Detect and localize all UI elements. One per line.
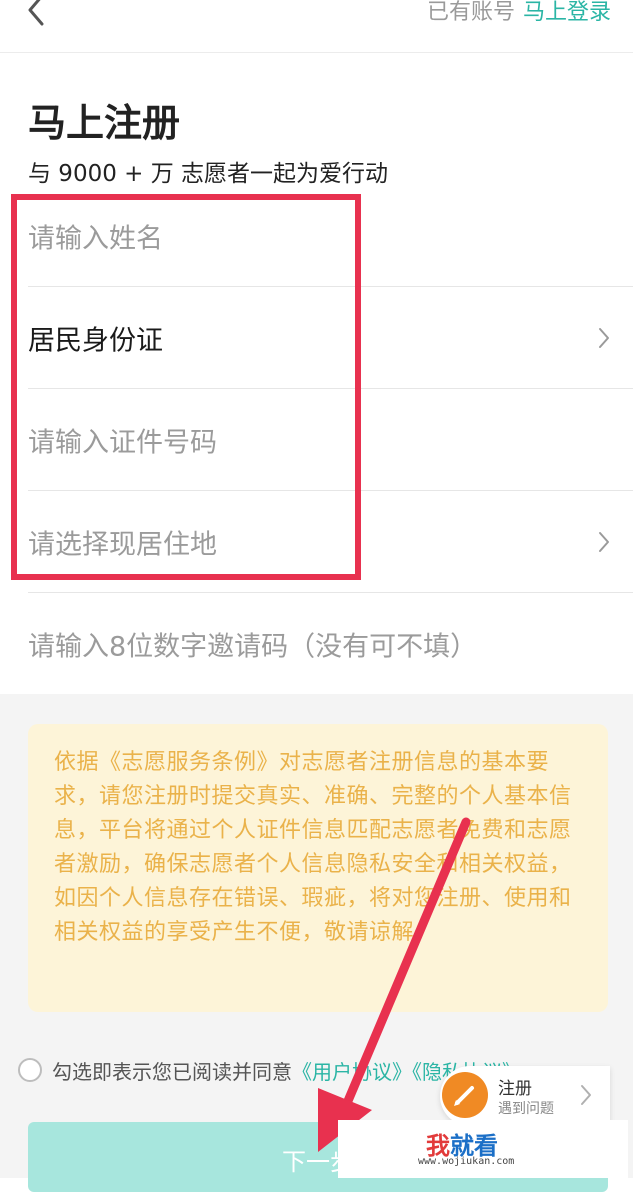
watermark: 我就看 www.wojiukan.com xyxy=(338,1120,628,1178)
invite-code-field[interactable]: 请输入8位数字邀请码（没有可不填） xyxy=(28,593,633,695)
help-subtitle: 遇到问题 xyxy=(498,1101,554,1117)
user-agreement-link[interactable]: 《用户协议》 xyxy=(292,1060,412,1084)
invite-code-placeholder: 请输入8位数字邀请码（没有可不填） xyxy=(28,631,478,663)
agreement-prefix: 勾选即表示您已阅读并同意 xyxy=(52,1060,292,1084)
login-link[interactable]: 马上登录 xyxy=(523,0,611,25)
chevron-right-icon xyxy=(599,328,609,348)
page-subtitle: 与 9000 + 万 志愿者一起为爱行动 xyxy=(28,161,389,187)
agree-radio[interactable] xyxy=(18,1058,42,1082)
watermark-url: www.wojiukan.com xyxy=(418,1156,515,1167)
chevron-right-icon xyxy=(599,532,609,552)
pencil-icon xyxy=(442,1072,488,1118)
chevron-right-icon xyxy=(581,1085,591,1105)
notice-text: 依据《志愿服务条例》对志愿者注册信息的基本要求，请您注册时提交真实、准确、完整的… xyxy=(54,750,572,945)
highlight-annotation-box xyxy=(11,194,361,580)
have-account-label: 已有账号 xyxy=(426,0,515,25)
top-bar: 已有账号 马上登录 xyxy=(0,0,633,53)
notice-box: 依据《志愿服务条例》对志愿者注册信息的基本要求，请您注册时提交真实、准确、完整的… xyxy=(28,724,608,1012)
login-prompt: 已有账号 马上登录 xyxy=(427,0,611,26)
page-title: 马上注册 xyxy=(28,101,181,145)
chevron-left-icon[interactable] xyxy=(20,0,56,32)
help-title: 注册 xyxy=(498,1079,532,1099)
help-float-widget[interactable]: 注册 遇到问题 xyxy=(440,1066,610,1126)
